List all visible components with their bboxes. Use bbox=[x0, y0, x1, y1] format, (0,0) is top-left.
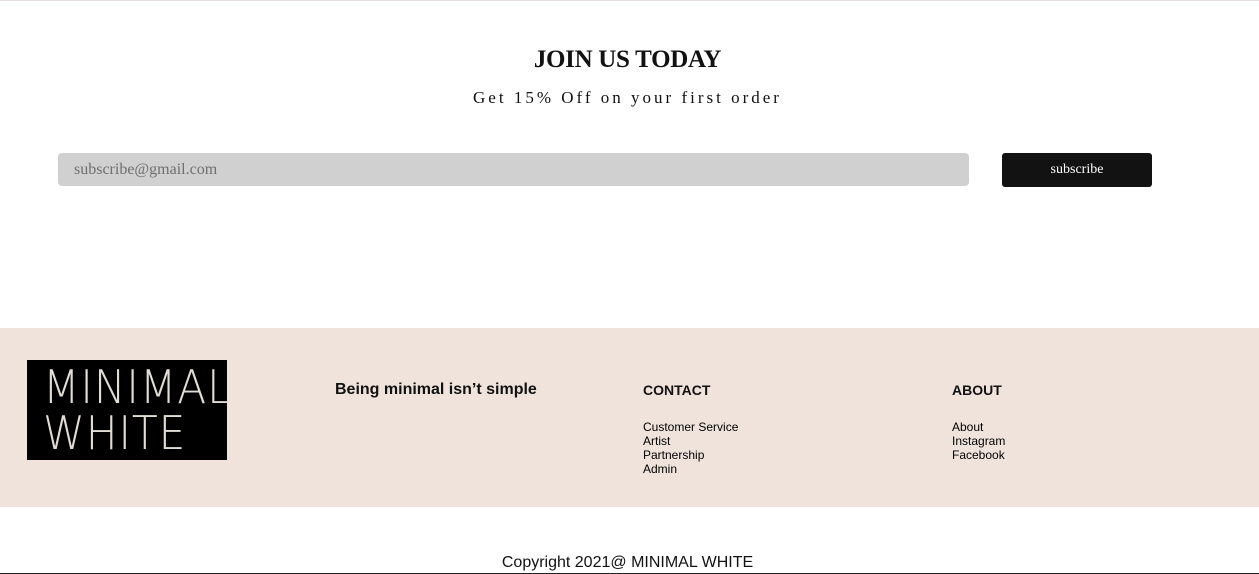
about-column: ABOUT About Instagram Facebook bbox=[952, 382, 1005, 462]
link-customer-service[interactable]: Customer Service bbox=[643, 420, 738, 434]
join-section: JOIN US TODAY Get 15% Off on your first … bbox=[0, 0, 1259, 328]
contact-column: CONTACT Customer Service Artist Partners… bbox=[643, 382, 738, 476]
logo-line-2: WHITE bbox=[43, 406, 187, 460]
logo-text: MINIMAL WHITE bbox=[43, 360, 232, 460]
email-input[interactable] bbox=[58, 153, 969, 186]
logo-line-1: MINIMAL bbox=[43, 360, 232, 414]
brand-logo[interactable]: MINIMAL WHITE bbox=[27, 360, 232, 460]
link-instagram[interactable]: Instagram bbox=[952, 434, 1005, 448]
site-footer: MINIMAL WHITE Being minimal isn’t simple… bbox=[0, 328, 1259, 507]
brand-tagline: Being minimal isn’t simple bbox=[335, 381, 537, 398]
contact-heading: CONTACT bbox=[643, 382, 711, 398]
copyright-text: Copyright 2021@ MINIMAL WHITE bbox=[501, 554, 754, 571]
join-title: JOIN US TODAY bbox=[533, 46, 722, 73]
subscribe-button[interactable]: subscribe bbox=[1002, 153, 1152, 187]
join-subtitle: Get 15% Off on your first order bbox=[473, 88, 782, 107]
link-partnership[interactable]: Partnership bbox=[643, 448, 704, 462]
link-about[interactable]: About bbox=[952, 420, 983, 434]
about-links: About Instagram Facebook bbox=[952, 420, 1005, 462]
link-admin[interactable]: Admin bbox=[643, 462, 677, 476]
contact-links: Customer Service Artist Partnership Admi… bbox=[643, 420, 738, 476]
link-artist[interactable]: Artist bbox=[643, 434, 670, 448]
about-heading: ABOUT bbox=[952, 382, 1002, 398]
link-facebook[interactable]: Facebook bbox=[952, 448, 1005, 462]
